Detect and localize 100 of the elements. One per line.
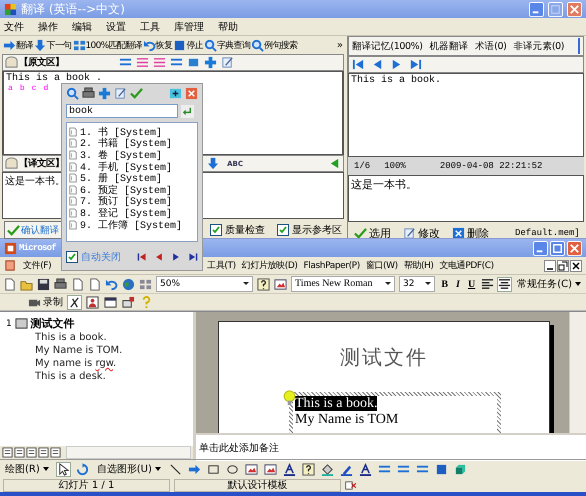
printer-icon[interactable] [54, 278, 67, 290]
toolbar-button[interactable]: 停止 [173, 38, 203, 52]
menu-item[interactable]: 幻灯片放映(D) [242, 259, 298, 272]
prev-arrow-icon[interactable] [371, 58, 384, 71]
zoom-combo[interactable]: 50% [156, 276, 254, 292]
toolbar-button[interactable]: 字典查询 [204, 38, 250, 52]
reference-tab[interactable]: 机器翻译 [430, 40, 468, 52]
paste-icon[interactable] [88, 278, 101, 290]
text-style-icon[interactable] [153, 56, 166, 69]
format-button[interactable]: I [454, 278, 462, 290]
result-item[interactable]: 1. 书 [System] [69, 126, 195, 138]
reference-tab[interactable]: 非译元素(0) [513, 40, 564, 52]
action-button[interactable]: 选用 [352, 226, 393, 238]
next-arrow-icon[interactable] [390, 58, 403, 71]
enter-icon[interactable] [181, 104, 194, 118]
tasks-menu[interactable]: 常规任务(C) [515, 277, 583, 291]
outline-line[interactable]: This is a desk. [6, 370, 187, 383]
clipart-icon[interactable] [302, 462, 315, 476]
toolbar-button[interactable]: 例句搜索 [251, 38, 298, 52]
result-item[interactable]: 2. 书籍 [System] [69, 138, 195, 150]
menu-item[interactable]: 工具(T) [207, 259, 236, 272]
reference-tab[interactable]: 术语(0) [474, 40, 506, 52]
close-button[interactable] [570, 260, 582, 272]
arrow-icon[interactable] [188, 462, 201, 476]
globe-icon[interactable] [122, 278, 135, 290]
result-item[interactable]: 9. 工作簿 [System] [69, 218, 195, 230]
menu-item[interactable]: 文件(F) [23, 259, 52, 272]
align-center-icon[interactable] [498, 278, 512, 290]
checkbox[interactable] [210, 224, 222, 236]
checkbox[interactable] [66, 251, 78, 263]
scrollbar[interactable] [66, 446, 191, 459]
view-button[interactable] [50, 447, 61, 458]
vertical-scrollbar[interactable] [569, 312, 586, 433]
restore-button[interactable] [557, 260, 569, 272]
close-icon[interactable] [185, 87, 198, 100]
first-page-icon[interactable] [137, 252, 147, 262]
record-button[interactable]: 录制 [28, 295, 63, 309]
next-page-icon[interactable] [171, 252, 181, 262]
copy-icon[interactable] [71, 278, 84, 290]
menu-item[interactable]: 库管理 [174, 20, 204, 34]
font-color-icon[interactable] [358, 462, 372, 476]
slide-icon[interactable] [14, 317, 28, 330]
font-combo[interactable]: Times New Roman [291, 276, 396, 292]
text-box-icon[interactable] [244, 462, 258, 476]
rotate-icon[interactable] [76, 462, 89, 476]
first-arrow-icon[interactable] [352, 58, 365, 71]
result-item[interactable]: 6. 预定 [System] [69, 184, 195, 196]
check-icon[interactable] [130, 87, 143, 100]
format-button[interactable]: U [466, 278, 478, 290]
edit-icon[interactable] [221, 56, 234, 69]
pin-icon[interactable] [169, 87, 182, 100]
view-button[interactable] [2, 447, 13, 458]
minimize-button[interactable] [544, 260, 556, 272]
text-style-icon[interactable] [136, 56, 149, 69]
printer-icon[interactable] [82, 87, 95, 100]
view-button[interactable] [38, 447, 49, 458]
menu-item[interactable]: 工具 [140, 20, 160, 34]
window-icon[interactable] [104, 296, 117, 308]
edit-icon[interactable] [114, 87, 127, 100]
outline-line[interactable]: My Name is TOM. [6, 344, 187, 357]
toolbar-button[interactable]: 下一句 [34, 38, 72, 52]
document-icon[interactable] [4, 259, 17, 272]
outline-title[interactable]: 测试文件 [30, 316, 75, 331]
rectangle-icon[interactable] [206, 462, 220, 476]
oval-icon[interactable] [226, 462, 239, 476]
font-size-combo[interactable]: 32 [399, 276, 436, 292]
shadow-icon[interactable] [434, 462, 448, 476]
fill-color-icon[interactable] [320, 462, 334, 476]
menu-item[interactable]: 设置 [106, 20, 126, 34]
search-icon[interactable] [66, 87, 79, 100]
more-chevron[interactable]: » [336, 40, 343, 50]
outline-line[interactable]: My name is rgw. [6, 357, 187, 370]
triangle-icon[interactable] [328, 157, 341, 170]
stop-icon[interactable] [187, 56, 200, 69]
toolbar-button[interactable]: 恢复 [142, 38, 172, 52]
text-box-icon[interactable] [264, 462, 277, 476]
lightbulb-icon[interactable] [283, 390, 296, 406]
help-icon[interactable] [257, 278, 270, 290]
folder-icon[interactable] [122, 296, 135, 308]
person-card-icon[interactable] [86, 296, 99, 308]
menu-item[interactable]: FlashPaper(P) [304, 260, 360, 270]
undo-icon[interactable] [105, 278, 118, 290]
menu-item[interactable]: 帮助 [218, 20, 238, 34]
view-button[interactable] [26, 447, 37, 458]
view-button[interactable] [14, 447, 25, 458]
save-icon[interactable] [37, 278, 50, 290]
draw-menu[interactable]: 绘图(R) [3, 462, 51, 476]
align-left-icon[interactable] [481, 278, 494, 290]
confirm-button[interactable]: 确认翻译 [4, 221, 62, 239]
tools-icon[interactable] [68, 296, 81, 308]
checkbox[interactable] [277, 224, 289, 236]
menu-item[interactable]: 文件 [4, 20, 24, 34]
result-item[interactable]: 5. 册 [System] [69, 172, 195, 184]
result-item[interactable]: 3. 卷 [System] [69, 149, 195, 161]
line-icon[interactable] [168, 462, 182, 476]
outline-line[interactable]: This is a book. [6, 331, 187, 344]
menu-item[interactable]: 文电通PDF(C) [440, 259, 494, 272]
result-item[interactable]: 7. 预订 [System] [69, 196, 195, 208]
plus-icon[interactable] [204, 56, 217, 69]
autoshapes-menu[interactable]: 自选图形(U) [94, 462, 163, 476]
